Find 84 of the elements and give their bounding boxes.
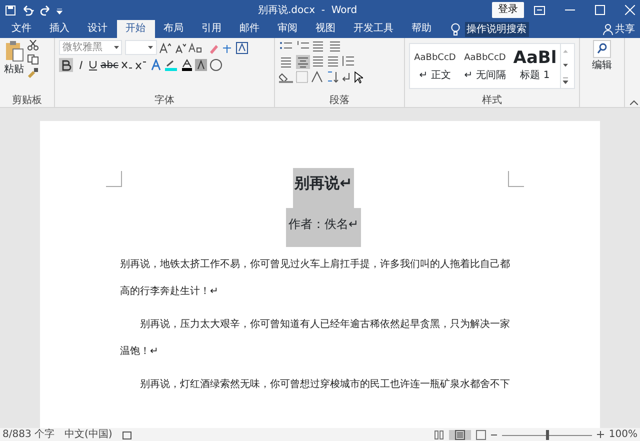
copy-icon[interactable] <box>26 54 38 64</box>
maximize-icon[interactable] <box>595 5 605 15</box>
font-name-field[interactable]: 微软雅黑 <box>59 40 122 55</box>
style-item[interactable]: AaBbCcD ↵ 无间隔 <box>460 44 510 88</box>
language-indicator[interactable]: 中文(中国) <box>64 428 112 441</box>
borders-icon[interactable] <box>296 71 308 83</box>
zoom-in-icon[interactable] <box>596 431 604 438</box>
text-effects-icon[interactable] <box>150 59 162 71</box>
undo-icon[interactable] <box>21 4 35 16</box>
redo-icon[interactable] <box>40 4 51 16</box>
search-icon[interactable] <box>593 40 611 58</box>
show-marks-icon[interactable] <box>341 71 351 83</box>
align-left-icon[interactable] <box>280 56 292 68</box>
ribbon-tab[interactable]: 开始 <box>116 20 154 38</box>
zoom-slider-thumb[interactable] <box>546 430 549 440</box>
align-right-icon[interactable] <box>312 54 324 66</box>
ribbon-tab[interactable]: 布局 <box>154 20 192 38</box>
group-label: 剪贴板 <box>11 95 43 107</box>
read-mode-icon[interactable] <box>434 430 444 440</box>
document-title: 别再说↵ <box>292 168 354 208</box>
superscript-icon[interactable] <box>135 59 148 71</box>
ribbon-tab[interactable]: 邮件 <box>230 20 268 38</box>
dropdown-icon <box>114 46 118 49</box>
bullets-icon[interactable] <box>279 40 293 52</box>
person-icon <box>602 24 612 34</box>
highlight-icon[interactable] <box>164 59 178 71</box>
font-color-icon[interactable] <box>180 59 193 71</box>
justify-icon[interactable] <box>326 54 338 66</box>
group-label: 字体 <box>154 95 176 107</box>
customize-icon[interactable] <box>56 6 63 14</box>
login-button[interactable]: 登录 <box>492 2 524 18</box>
font-size-field[interactable] <box>124 40 156 55</box>
style-item[interactable]: AaBbCcD ↵ 正文 <box>410 44 460 88</box>
ribbon-tab[interactable]: 审阅 <box>268 20 306 38</box>
web-layout-icon[interactable] <box>476 430 486 440</box>
ribbon-tab[interactable]: 开发工具 <box>344 20 402 38</box>
collapse-ribbon-icon[interactable] <box>630 100 638 104</box>
crop-mark-icon <box>508 171 524 187</box>
macro-record-icon[interactable] <box>122 430 132 440</box>
ribbon-tab[interactable]: 插入 <box>40 20 78 38</box>
group-label: 样式 <box>481 95 503 107</box>
paste-icon[interactable] <box>4 40 24 62</box>
ribbon-tab[interactable]: 引用 <box>192 20 230 38</box>
close-icon[interactable] <box>625 5 635 15</box>
save-icon[interactable] <box>5 4 16 16</box>
print-layout-button[interactable] <box>448 430 471 440</box>
increase-indent-icon[interactable] <box>328 40 342 52</box>
body-paragraph: 别再说，地铁太挤工作不易，你可曾见过火车上肩扛手提，许多我们叫的人拖着比自己都高的行李奔赴生计！↵ <box>120 258 511 298</box>
tell-me-search[interactable]: 操作说明搜索 <box>464 22 528 36</box>
enclose-icon[interactable] <box>210 59 222 71</box>
change-case-icon[interactable] <box>188 42 204 54</box>
paste-button[interactable]: 粘贴 <box>4 62 24 77</box>
style-item[interactable]: AaBl 标题 1 <box>510 44 560 88</box>
editing-button[interactable]: 编辑 <box>592 58 612 73</box>
bold-icon[interactable] <box>60 59 72 71</box>
subscript-icon[interactable] <box>120 59 133 71</box>
align-center-icon[interactable] <box>296 56 308 68</box>
paint-bucket-icon[interactable] <box>279 71 293 83</box>
dropdown-icon <box>148 46 153 49</box>
underline-icon[interactable] <box>88 59 98 71</box>
ribbon-tab[interactable]: 帮助 <box>402 20 440 38</box>
crop-mark-icon <box>106 171 122 187</box>
sort-icon[interactable] <box>326 71 338 83</box>
strikethrough-button[interactable]: abc <box>100 58 118 72</box>
zoom-level[interactable]: 100% <box>608 428 638 441</box>
shrink-font-icon[interactable] <box>174 42 186 54</box>
grow-font-icon[interactable] <box>159 42 171 54</box>
ribbon-tab[interactable]: 文件 <box>2 20 40 38</box>
mouse-cursor-icon <box>354 71 362 84</box>
line-spacing-icon[interactable] <box>341 54 355 66</box>
document-author: 作者：佚名↵ <box>286 208 361 246</box>
window-title: 别再说.docx - Word <box>256 4 358 18</box>
word-count[interactable]: 8/883 个字 <box>2 428 54 441</box>
decrease-indent-icon[interactable] <box>312 40 326 52</box>
ribbon-display-icon[interactable] <box>534 6 545 14</box>
ribbon-tab[interactable]: 视图 <box>306 20 344 38</box>
body-paragraph: 别再说，压力太大艰辛，你可曾知道有人已经年逾古稀依然起早贪黑，只为解决一家温饱！↵ <box>120 318 511 358</box>
body-paragraph: 别再说，灯红酒绿索然无味，你可曾想过穿梭城市的民工也许连一瓶矿泉水都舍不下 <box>139 378 511 392</box>
share-button[interactable]: 共享 <box>615 22 635 36</box>
ribbon-tab[interactable]: 设计 <box>78 20 116 38</box>
scissors-icon[interactable] <box>26 40 38 51</box>
lightbulb-icon <box>450 22 460 36</box>
brush-icon[interactable] <box>26 67 38 78</box>
group-label: 段落 <box>328 95 350 107</box>
